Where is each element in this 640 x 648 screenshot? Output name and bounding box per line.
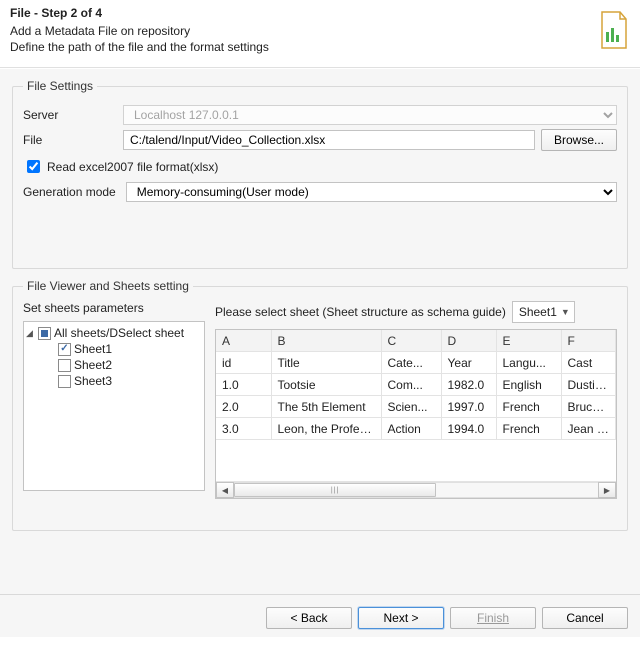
tree-item-sheet3[interactable]: Sheet3 (26, 373, 202, 389)
sheet2-label: Sheet2 (74, 358, 112, 372)
scroll-track[interactable]: ||| (234, 482, 598, 498)
set-sheets-label: Set sheets parameters (23, 301, 205, 315)
tree-item-sheet2[interactable]: Sheet2 (26, 357, 202, 373)
file-viewer-group: File Viewer and Sheets setting Set sheet… (12, 279, 628, 531)
server-select: Localhost 127.0.0.1 (123, 105, 617, 125)
table-row[interactable]: 3.0 Leon, the Profes... Action 1994.0 Fr… (216, 418, 616, 440)
grid-header-row: A B C D E F (216, 330, 616, 352)
read-xlsx-label: Read excel2007 file format(xlsx) (47, 160, 218, 174)
generation-mode-select[interactable]: Memory-consuming(User mode) (126, 182, 617, 202)
tree-root-label: All sheets/DSelect sheet (54, 326, 184, 340)
col-E[interactable]: E (496, 330, 561, 352)
sheet3-checkbox[interactable] (58, 375, 71, 388)
table-row[interactable]: 1.0 Tootsie Com... 1982.0 English Dustin… (216, 374, 616, 396)
select-sheet-label: Please select sheet (Sheet structure as … (215, 305, 506, 319)
table-row[interactable]: 2.0 The 5th Element Scien... 1997.0 Fren… (216, 396, 616, 418)
finish-button: Finish (450, 607, 536, 629)
tree-root-checkbox[interactable] (38, 327, 51, 340)
server-label: Server (23, 108, 117, 122)
col-D[interactable]: D (441, 330, 496, 352)
col-F[interactable]: F (561, 330, 616, 352)
excel-file-icon (598, 10, 630, 50)
next-button[interactable]: Next > (358, 607, 444, 629)
scroll-left-arrow[interactable]: ◀ (216, 482, 234, 498)
tree-expand-icon[interactable]: ◢ (26, 328, 35, 339)
horizontal-scrollbar[interactable]: ◀ ||| ▶ (216, 481, 616, 498)
table-row[interactable]: id Title Cate... Year Langu... Cast (216, 352, 616, 374)
tree-item-sheet1[interactable]: Sheet1 (26, 341, 202, 357)
read-xlsx-checkbox[interactable] (27, 160, 40, 173)
col-A[interactable]: A (216, 330, 271, 352)
scroll-thumb[interactable]: ||| (234, 483, 436, 497)
wizard-subtitle-2: Define the path of the file and the form… (10, 40, 630, 56)
wizard-title: File - Step 2 of 4 (10, 6, 630, 20)
generation-mode-label: Generation mode (23, 185, 116, 199)
preview-grid: A B C D E F id Title (215, 329, 617, 499)
chevron-down-icon: ▼ (561, 307, 570, 317)
wizard-subtitle-1: Add a Metadata File on repository (10, 24, 630, 40)
file-settings-legend: File Settings (23, 79, 97, 93)
wizard-body: File Settings Server Localhost 127.0.0.1… (0, 68, 640, 594)
file-path-input[interactable] (123, 130, 535, 150)
col-B[interactable]: B (271, 330, 381, 352)
browse-button[interactable]: Browse... (541, 129, 617, 151)
back-button[interactable]: < Back (266, 607, 352, 629)
wizard-header: File - Step 2 of 4 Add a Metadata File o… (0, 0, 640, 68)
tree-root[interactable]: ◢ All sheets/DSelect sheet (26, 325, 202, 341)
file-settings-group: File Settings Server Localhost 127.0.0.1… (12, 79, 628, 269)
file-label: File (23, 133, 117, 147)
sheet2-checkbox[interactable] (58, 359, 71, 372)
sheet1-label: Sheet1 (74, 342, 112, 356)
cancel-button[interactable]: Cancel (542, 607, 628, 629)
sheet-select-value: Sheet1 (519, 305, 557, 319)
wizard-footer: < Back Next > Finish Cancel (0, 594, 640, 637)
scroll-right-arrow[interactable]: ▶ (598, 482, 616, 498)
col-C[interactable]: C (381, 330, 441, 352)
sheet-select[interactable]: Sheet1 ▼ (512, 301, 575, 323)
sheet1-checkbox[interactable] (58, 343, 71, 356)
sheets-tree[interactable]: ◢ All sheets/DSelect sheet Sheet1 Sheet2 (23, 321, 205, 491)
sheet3-label: Sheet3 (74, 374, 112, 388)
file-viewer-legend: File Viewer and Sheets setting (23, 279, 193, 293)
